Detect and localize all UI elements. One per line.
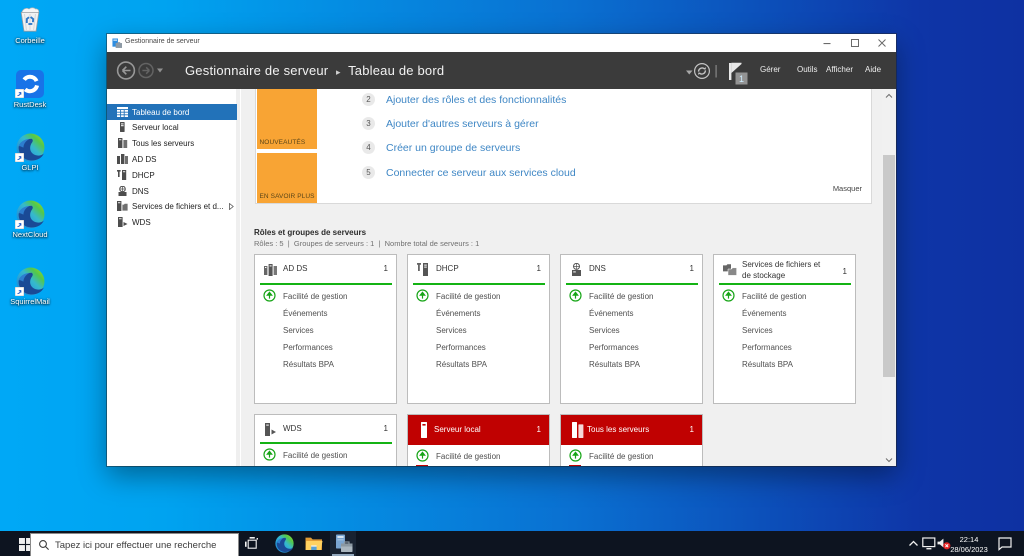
svg-text:1: 1 bbox=[739, 74, 744, 84]
